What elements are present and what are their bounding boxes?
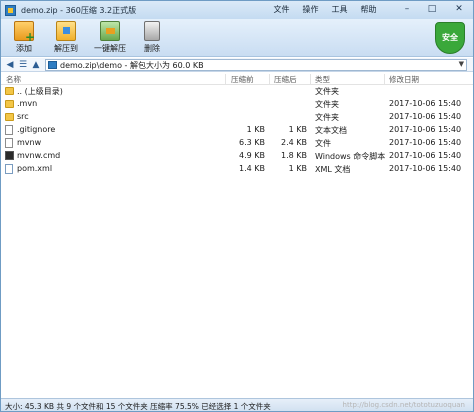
file-row[interactable]: src 文件夹 2017-10-06 15:40 [1, 111, 473, 124]
file-size-before: 1 KB [246, 125, 265, 134]
file-modified: 2017-10-06 15:40 [389, 151, 462, 160]
window-title: demo.zip - 360压缩 3.2正式版 [21, 5, 137, 15]
menu-tools[interactable]: 工具 [325, 4, 354, 15]
file-row-parent[interactable]: .. (上级目录) 文件夹 [1, 85, 473, 98]
column-headers: 名称 压缩前 压缩后 类型 修改日期 [1, 73, 473, 85]
up-folder-icon[interactable]: ▲ [30, 59, 42, 71]
security-shield-icon[interactable]: 安全 [435, 22, 465, 54]
column-divider[interactable] [384, 74, 385, 84]
folder-icon [5, 87, 14, 95]
column-divider[interactable] [310, 74, 311, 84]
column-divider[interactable] [269, 74, 270, 84]
minimize-button[interactable]: – [395, 3, 419, 16]
file-name: pom.xml [17, 164, 53, 173]
file-name: .. (上级目录) [17, 87, 63, 96]
text-file-icon [5, 125, 13, 135]
file-size-after: 2.4 KB [281, 138, 307, 147]
toolbar: 添加 解压到 一键解压 删除 安全 [1, 19, 473, 57]
title-bar[interactable]: demo.zip - 360压缩 3.2正式版 文件 操作 工具 帮助 – □ … [1, 1, 473, 19]
column-header-type[interactable]: 类型 [315, 74, 330, 85]
path-bar: ◀ ☰ ▲ demo.zip\demo - 解包大小为 60.0 KB ▼ [1, 58, 473, 72]
folder-icon [5, 113, 14, 121]
xml-file-icon [5, 164, 13, 174]
one-click-extract-label: 一键解压 [94, 44, 126, 53]
file-name: mvnw [17, 138, 42, 147]
delete-label: 删除 [144, 44, 160, 53]
file-type: 文件夹 [315, 113, 339, 122]
column-divider[interactable] [225, 74, 226, 84]
command-script-icon [5, 151, 14, 160]
file-size-after: 1 KB [288, 125, 307, 134]
file-row[interactable]: mvnw.cmd 4.9 KB 1.8 KB Windows 命令脚本 2017… [1, 150, 473, 163]
add-label: 添加 [16, 44, 32, 53]
file-list: .. (上级目录) 文件夹 .mvn 文件夹 2017-10-06 15:40 … [1, 85, 473, 397]
file-size-before: 4.9 KB [239, 151, 265, 160]
extract-to-button[interactable]: 解压到 [49, 21, 83, 54]
file-size-after: 1.8 KB [281, 151, 307, 160]
maximize-button[interactable]: □ [420, 3, 444, 16]
view-list-icon[interactable]: ☰ [17, 59, 29, 71]
address-field[interactable]: demo.zip\demo - 解包大小为 60.0 KB ▼ [45, 59, 467, 71]
extract-folder-icon [56, 21, 76, 41]
file-size-before: 6.3 KB [239, 138, 265, 147]
app-window: demo.zip - 360压缩 3.2正式版 文件 操作 工具 帮助 – □ … [0, 0, 474, 412]
close-button[interactable]: ✕ [447, 3, 471, 16]
column-header-name[interactable]: 名称 [6, 74, 21, 85]
file-row[interactable]: .gitignore 1 KB 1 KB 文本文档 2017-10-06 15:… [1, 124, 473, 137]
file-row[interactable]: .mvn 文件夹 2017-10-06 15:40 [1, 98, 473, 111]
file-type: Windows 命令脚本 [315, 152, 386, 161]
add-button[interactable]: 添加 [7, 21, 41, 54]
file-type: 文件夹 [315, 87, 339, 96]
back-arrow-icon[interactable]: ◀ [4, 59, 16, 71]
file-icon [5, 138, 13, 148]
watermark-text: http://blog.csdn.net/tototuzuoquan [342, 401, 465, 409]
file-type: 文件夹 [315, 100, 339, 109]
file-name: .gitignore [17, 125, 56, 134]
app-icon [5, 4, 16, 16]
menu-bar: 文件 操作 工具 帮助 [267, 4, 383, 15]
menu-file[interactable]: 文件 [267, 4, 296, 15]
menu-operate[interactable]: 操作 [296, 4, 325, 15]
one-click-extract-button[interactable]: 一键解压 [93, 21, 127, 54]
file-type: XML 文档 [315, 165, 351, 174]
column-header-modified[interactable]: 修改日期 [389, 74, 419, 85]
column-header-compressed[interactable]: 压缩前 [231, 74, 254, 85]
folder-icon [5, 100, 14, 108]
file-size-before: 1.4 KB [239, 164, 265, 173]
trash-icon [144, 21, 160, 41]
add-archive-icon [14, 21, 35, 44]
menu-help[interactable]: 帮助 [354, 4, 383, 15]
file-type: 文件 [315, 139, 331, 148]
file-modified: 2017-10-06 15:40 [389, 99, 462, 108]
file-size-after: 1 KB [288, 164, 307, 173]
delete-button[interactable]: 删除 [135, 21, 169, 54]
file-name: mvnw.cmd [17, 151, 61, 160]
file-modified: 2017-10-06 15:40 [389, 138, 462, 147]
status-bar: 大小: 45.3 KB 共 9 个文件和 15 个文件夹 压缩率 75.5% 已… [1, 398, 473, 411]
chevron-down-icon[interactable]: ▼ [459, 60, 464, 68]
file-row[interactable]: mvnw 6.3 KB 2.4 KB 文件 2017-10-06 15:40 [1, 137, 473, 150]
status-text: 大小: 45.3 KB 共 9 个文件和 15 个文件夹 压缩率 75.5% 已… [5, 402, 271, 411]
file-modified: 2017-10-06 15:40 [389, 125, 462, 134]
column-header-original[interactable]: 压缩后 [274, 74, 297, 85]
address-text: demo.zip\demo - 解包大小为 60.0 KB [60, 60, 204, 70]
file-name: src [17, 112, 29, 121]
file-row[interactable]: pom.xml 1.4 KB 1 KB XML 文档 2017-10-06 15… [1, 163, 473, 176]
archive-icon [48, 61, 57, 69]
file-name: .mvn [17, 99, 38, 108]
file-modified: 2017-10-06 15:40 [389, 112, 462, 121]
file-modified: 2017-10-06 15:40 [389, 164, 462, 173]
file-type: 文本文档 [315, 126, 347, 135]
extract-to-label: 解压到 [54, 44, 78, 53]
one-click-extract-icon [100, 21, 120, 41]
